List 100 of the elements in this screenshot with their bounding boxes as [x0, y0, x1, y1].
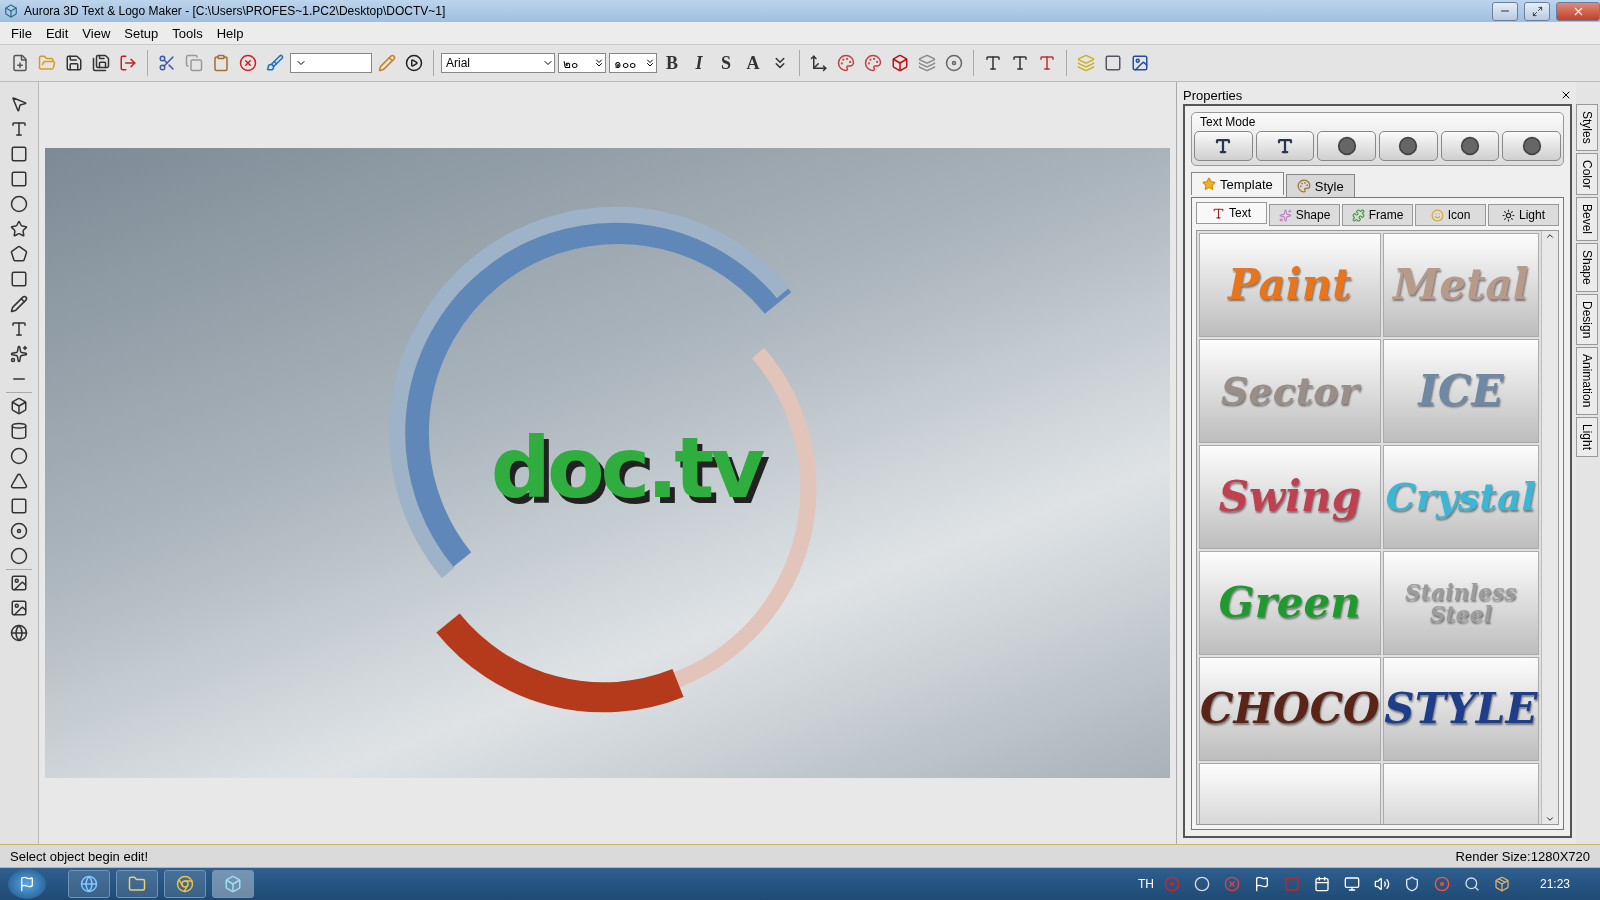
menu-item[interactable]: Tools	[165, 25, 210, 41]
side-tab[interactable]: Light	[1576, 416, 1598, 457]
tab[interactable]: Template	[1191, 172, 1284, 195]
tab[interactable]: Style	[1285, 174, 1355, 197]
disc-icon[interactable]	[1433, 876, 1450, 892]
save-as-icon[interactable]	[92, 54, 110, 72]
export-icon[interactable]	[119, 54, 137, 72]
font-value: Arial	[446, 56, 470, 70]
picture-icon[interactable]	[10, 599, 28, 617]
axes-icon[interactable]	[810, 54, 828, 72]
text-mode-button[interactable]	[1317, 131, 1376, 161]
menu-item[interactable]: Edit	[38, 25, 76, 41]
side-tab[interactable]: Color	[1576, 152, 1598, 196]
package-icon[interactable]	[1493, 876, 1510, 892]
pointer-icon[interactable]	[10, 95, 28, 113]
menu-item[interactable]: Help	[209, 25, 251, 41]
text-icon[interactable]	[1038, 54, 1056, 72]
scrollbar[interactable]	[1541, 231, 1558, 824]
sub-tab[interactable]: Light	[1488, 204, 1559, 226]
close-icon[interactable]	[1560, 89, 1572, 101]
sub-tab[interactable]: Text	[1196, 202, 1267, 224]
globe-icon	[80, 875, 98, 893]
minimize-button[interactable]	[1492, 1, 1518, 21]
format-button[interactable]: S	[714, 51, 738, 75]
start-button[interactable]	[8, 869, 46, 899]
menu-item[interactable]: File	[4, 25, 39, 41]
globe-icon[interactable]	[10, 624, 28, 642]
play-icon[interactable]	[405, 54, 423, 72]
paste-icon[interactable]	[212, 54, 230, 72]
rounded-square-icon[interactable]	[10, 170, 28, 188]
language-indicator[interactable]: TH	[1137, 877, 1154, 891]
image-icon[interactable]	[1131, 54, 1149, 72]
pen-icon[interactable]	[10, 295, 28, 313]
scroll-down-icon[interactable]	[1545, 814, 1555, 824]
side-tab[interactable]: Styles	[1576, 104, 1598, 151]
menu-item[interactable]: View	[75, 25, 118, 41]
new-file-icon[interactable]	[11, 54, 29, 72]
maximize-button[interactable]	[1524, 1, 1550, 21]
flag-icon	[19, 876, 35, 892]
cube-icon[interactable]	[10, 397, 28, 415]
style-dropdown[interactable]	[290, 53, 372, 73]
taskbar-button[interactable]	[164, 870, 206, 898]
format-button[interactable]: B	[660, 51, 684, 75]
circle-icon[interactable]	[10, 195, 28, 213]
rounded-square-icon[interactable]	[1104, 54, 1122, 72]
text-mode-button[interactable]	[1379, 131, 1438, 161]
text-icon[interactable]	[1011, 54, 1029, 72]
text-icon[interactable]	[984, 54, 1002, 72]
scale-field[interactable]: ๑๐๐	[609, 53, 657, 73]
brush-icon[interactable]	[266, 54, 284, 72]
text-icon[interactable]	[10, 120, 28, 138]
taskbar-button[interactable]	[68, 870, 110, 898]
pentagon-icon[interactable]	[10, 245, 28, 263]
clock[interactable]: 21:23	[1539, 877, 1570, 891]
side-tab[interactable]: Shape	[1576, 243, 1598, 293]
disc-icon[interactable]	[945, 54, 963, 72]
search-icon[interactable]	[1463, 876, 1480, 892]
calendar-icon[interactable]	[1313, 876, 1330, 892]
side-tab[interactable]: Design	[1576, 294, 1598, 346]
format-button[interactable]: A	[741, 51, 765, 75]
sub-tab[interactable]: Frame	[1342, 204, 1413, 226]
sphere-icon[interactable]	[10, 447, 28, 465]
side-tab[interactable]: Animation	[1576, 347, 1598, 415]
save-icon[interactable]	[65, 54, 83, 72]
layers-icon[interactable]	[918, 54, 936, 72]
close-button[interactable]	[1556, 1, 1600, 21]
text-mode-button[interactable]	[1194, 131, 1253, 161]
star-icon[interactable]	[10, 220, 28, 238]
template-tile[interactable]: Swing	[1199, 445, 1381, 549]
template-tile[interactable]: CHOCO	[1199, 657, 1381, 761]
cone-icon[interactable]	[10, 472, 28, 490]
light-icon	[1502, 208, 1515, 222]
image-icon[interactable]	[10, 574, 28, 592]
scroll-up-icon[interactable]	[1545, 231, 1555, 241]
sub-tab[interactable]: Shape	[1269, 204, 1340, 226]
flag-icon[interactable]	[1253, 876, 1270, 892]
shield-icon[interactable]	[1403, 876, 1420, 892]
palette-icon[interactable]	[837, 54, 855, 72]
cube-icon[interactable]	[891, 54, 909, 72]
text-box-icon[interactable]	[10, 320, 28, 338]
format-button[interactable]: I	[687, 51, 711, 75]
menu-item[interactable]: Setup	[117, 25, 166, 41]
text-mode-button[interactable]	[1502, 131, 1562, 161]
size-field[interactable]: ๒๐	[558, 53, 606, 73]
smiley-icon	[1430, 208, 1444, 222]
side-tab[interactable]: Bevel	[1576, 197, 1598, 242]
text-mode-button[interactable]	[1255, 131, 1315, 161]
cut-icon[interactable]	[158, 54, 176, 72]
font-dropdown[interactable]: Arial	[441, 53, 555, 73]
taskbar-button[interactable]	[116, 870, 158, 898]
speaker-icon[interactable]	[1373, 876, 1390, 892]
network-icon[interactable]	[1343, 876, 1360, 892]
sub-tab[interactable]: Icon	[1415, 204, 1486, 226]
palette-icon[interactable]	[864, 54, 882, 72]
text-mode-button[interactable]	[1440, 131, 1500, 161]
cylinder-icon[interactable]	[10, 422, 28, 440]
square-icon[interactable]	[10, 145, 28, 163]
template-tile[interactable]: STYLE	[1382, 657, 1539, 761]
delete-icon[interactable]	[239, 54, 257, 72]
template-preview-text: Green	[1218, 582, 1361, 624]
